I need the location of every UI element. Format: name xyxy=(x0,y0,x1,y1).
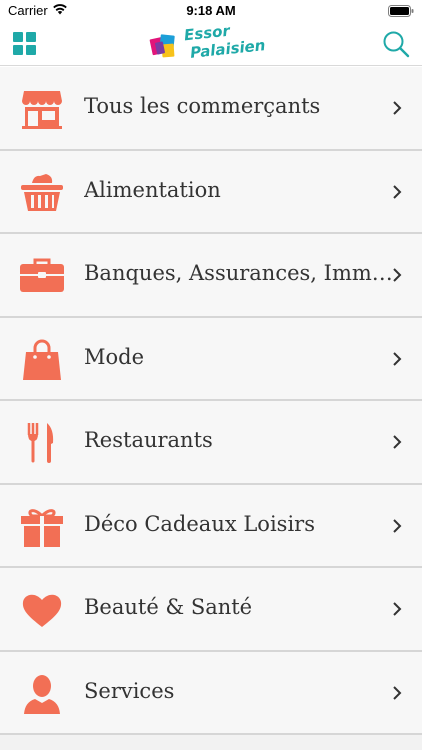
category-row-services[interactable]: Services xyxy=(0,651,422,735)
category-row-beaute-sante[interactable]: Beauté & Santé xyxy=(0,568,422,652)
status-bar: Carrier 9:18 AM xyxy=(0,0,422,22)
storefront-icon xyxy=(22,91,62,129)
chevron-right-icon xyxy=(393,602,402,616)
category-row-restaurants[interactable]: Restaurants xyxy=(0,401,422,485)
category-label: Services xyxy=(84,678,175,703)
category-label: Tous les commerçants xyxy=(84,94,321,118)
fork-knife-icon xyxy=(27,423,54,463)
heart-icon xyxy=(22,594,62,627)
grid-icon[interactable] xyxy=(12,31,38,57)
chevron-right-icon xyxy=(393,351,402,366)
battery-icon xyxy=(388,5,414,17)
gift-icon xyxy=(21,508,63,547)
category-label: Déco Cadeaux Loisirs xyxy=(84,511,315,536)
category-label: Restaurants xyxy=(84,428,213,452)
category-row-alimentation[interactable]: Alimentation xyxy=(0,150,422,234)
category-list: Tous les commerçants Alimentation Banque… xyxy=(0,67,422,750)
clock: 9:18 AM xyxy=(186,3,236,18)
category-row-mode[interactable]: Mode xyxy=(0,317,422,401)
category-label: Banques, Assurances, Immobilier xyxy=(84,261,394,285)
basket-icon xyxy=(21,173,63,211)
category-label: Mode xyxy=(84,344,145,369)
chevron-right-icon xyxy=(393,518,402,533)
navigation-bar: Essor Palaisien xyxy=(0,22,422,66)
chevron-right-icon xyxy=(393,268,402,282)
chevron-right-icon xyxy=(393,184,402,199)
category-row-deco-cadeaux-loisirs[interactable]: Déco Cadeaux Loisirs xyxy=(0,484,422,568)
chevron-right-icon xyxy=(393,685,402,700)
chevron-right-icon xyxy=(393,435,402,449)
shopping-bags-logo-icon xyxy=(149,34,175,58)
category-label: Beauté & Santé xyxy=(84,595,253,619)
briefcase-icon xyxy=(20,258,64,292)
person-icon xyxy=(24,674,60,714)
search-icon[interactable] xyxy=(382,30,410,58)
category-row-banques-assurances[interactable]: Banques, Assurances, Immobilier xyxy=(0,234,422,318)
chevron-right-icon xyxy=(393,101,402,115)
category-row-tous-les-commercants[interactable]: Tous les commerçants xyxy=(0,67,422,151)
category-label: Alimentation xyxy=(84,177,221,202)
shopping-bag-icon xyxy=(23,339,61,380)
app-logo: Essor Palaisien xyxy=(146,22,276,66)
